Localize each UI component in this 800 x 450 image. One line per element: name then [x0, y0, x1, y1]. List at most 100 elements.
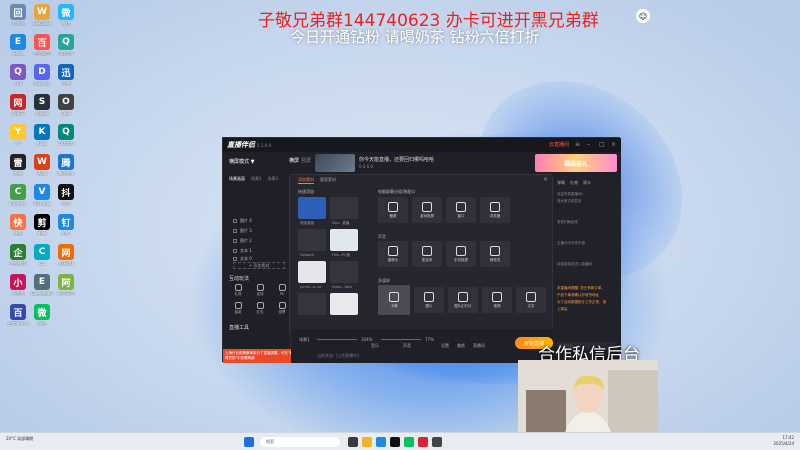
tab-scene-1[interactable]: 场景1	[251, 176, 262, 182]
stream-title[interactable]: 你今天能直播，还要回归哪吗哈哈	[359, 156, 434, 163]
desktop-shortcut[interactable]: E Edge	[6, 34, 30, 56]
tab-danmaku[interactable]: 弹幕	[557, 180, 565, 186]
desktop-shortcut[interactable]: D Discord	[30, 64, 54, 86]
desktop-shortcut[interactable]: W WeGame	[30, 4, 54, 26]
start-icon[interactable]	[244, 437, 254, 447]
desktop-shortcut[interactable]: 回回收站	[6, 4, 30, 26]
desktop-shortcut[interactable]: 剪剪映	[30, 214, 54, 236]
desktop-shortcut[interactable]: S Steam	[30, 94, 54, 116]
desktop-shortcut[interactable]: K Kook	[30, 124, 54, 146]
desktop-shortcut[interactable]: 微微信	[54, 4, 78, 26]
tab-scene-view[interactable]: 场景画面	[229, 176, 245, 182]
desktop-shortcut[interactable]: O OBS	[54, 94, 78, 116]
visibility-checkbox[interactable]	[233, 249, 237, 253]
scene-indicator[interactable]: 场景1	[299, 337, 310, 343]
desktop-shortcut[interactable]: 腾腾讯会议	[54, 154, 78, 176]
quick-pick-thumb[interactable]	[298, 229, 326, 251]
taskbar-search[interactable]: 搜索	[260, 437, 340, 447]
add-source-button[interactable]: + 添加素材	[233, 262, 285, 269]
desktop-shortcut[interactable]: 抖抖音	[54, 184, 78, 206]
tab-add-source[interactable]: 添加素材	[298, 177, 314, 184]
tool-lottery[interactable]: 抽奖	[229, 302, 247, 316]
dialog-close-icon[interactable]: ×	[543, 176, 548, 183]
desktop-shortcut[interactable]: Q QQ音乐	[54, 34, 78, 56]
source-tile-mic[interactable]: 麦克风	[412, 241, 442, 267]
visibility-checkbox[interactable]	[233, 257, 237, 261]
tab-audience[interactable]: 观众	[583, 180, 591, 186]
minimize-icon[interactable]: –	[587, 141, 593, 148]
desktop-shortcut[interactable]: C CC	[30, 244, 54, 266]
source-tile-screenshot[interactable]: 截屏	[378, 197, 408, 223]
tab-landscape[interactable]: 横屏	[289, 157, 299, 164]
beauty-button[interactable]: 美颜	[457, 343, 465, 349]
promo-banner[interactable]: 福袋送礼	[535, 154, 617, 172]
room-button[interactable]: 直播间	[473, 343, 485, 349]
desktop-shortcut[interactable]: Q QQ游戏	[54, 124, 78, 146]
quick-pick-thumb[interactable]	[298, 293, 326, 315]
tool-link[interactable]: 连线	[251, 284, 269, 298]
desktop-shortcut[interactable]: W WPS	[30, 154, 54, 176]
tiktok-icon[interactable]	[390, 437, 400, 447]
volume-slider-1[interactable]	[317, 339, 357, 340]
clock[interactable]: 17:42 2025/4/24	[773, 435, 794, 447]
quick-pick-thumb[interactable]	[330, 229, 358, 251]
orientation-mode-dropdown[interactable]: 横屏模式 ▼	[229, 158, 254, 165]
quick-pick-thumb[interactable]	[298, 261, 326, 283]
visibility-checkbox[interactable]	[233, 229, 237, 233]
desktop-shortcut[interactable]: E Everything	[30, 274, 54, 296]
source-tile-phone[interactable]: 手机投屏	[446, 241, 476, 267]
source-item[interactable]: 图片 3	[233, 228, 252, 234]
volume-slider-2[interactable]	[381, 339, 421, 340]
tool-gift[interactable]: 礼物	[229, 284, 247, 298]
obs-icon[interactable]	[432, 437, 442, 447]
desktop-shortcut[interactable]: Y YY	[6, 124, 30, 146]
maximize-icon[interactable]: □	[599, 141, 605, 148]
menu-icon[interactable]: ≡	[575, 141, 581, 148]
quick-pick-thumb[interactable]	[330, 197, 358, 219]
desktop-shortcut[interactable]: C Chrome	[6, 184, 30, 206]
quick-pick-thumb[interactable]	[330, 261, 358, 283]
source-tile-browser[interactable]: 浏览器	[480, 197, 510, 223]
quick-pick-thumb[interactable]	[330, 293, 358, 315]
source-tile-card[interactable]: 卡牌	[378, 285, 410, 315]
tab-important-source[interactable]: 重要素材	[320, 177, 336, 184]
live-app-icon[interactable]	[418, 437, 428, 447]
desktop-shortcut[interactable]: 迅迅雷	[54, 64, 78, 86]
desktop-shortcut[interactable]: 网网易云	[6, 94, 30, 116]
visibility-checkbox[interactable]	[233, 219, 237, 223]
source-item[interactable]: 图片 2	[233, 238, 252, 244]
desktop-shortcut[interactable]: 百百度网盘	[30, 34, 54, 56]
desktop-shortcut[interactable]: Q QQ	[6, 64, 30, 86]
stream-cover[interactable]	[315, 154, 355, 172]
source-item[interactable]: 图片 4	[233, 218, 252, 224]
desktop-shortcut[interactable]: 网网易UU	[54, 244, 78, 266]
desktop-shortcut[interactable]: 快快手	[6, 214, 30, 236]
weather-widget[interactable]: 20°C 局部晴朗	[6, 436, 33, 442]
source-tile-video[interactable]: 视频	[482, 287, 512, 313]
file-explorer-icon[interactable]	[362, 437, 372, 447]
cloud-room-link[interactable]: 云直播间	[549, 141, 569, 148]
source-tile-stream[interactable]: 网络流	[480, 241, 510, 267]
tab-gifts[interactable]: 礼物	[570, 180, 578, 186]
desktop-shortcut[interactable]: 雷雷神	[6, 154, 30, 176]
source-tile-image[interactable]: 图片	[414, 287, 444, 313]
notice-banner[interactable]: 上海行业前警察局执行了直播提醒，可在"管理员的"中查看明细	[223, 349, 297, 363]
source-tile-text[interactable]: 文字	[516, 287, 546, 313]
task-view-icon[interactable]	[348, 437, 358, 447]
source-item[interactable]: 文本 1	[233, 248, 252, 254]
tab-portrait[interactable]: 竖屏	[301, 157, 311, 164]
desktop-shortcut[interactable]: 小小黑盒	[6, 274, 30, 296]
settings-button[interactable]: 设置	[441, 343, 449, 349]
desktop-shortcut[interactable]: 阿阿里云盘	[54, 274, 78, 296]
source-tile-window[interactable]: 窗口	[446, 197, 476, 223]
visibility-checkbox[interactable]	[233, 239, 237, 243]
edge-icon[interactable]	[376, 437, 386, 447]
close-icon[interactable]: ×	[611, 141, 617, 148]
tab-scene-2[interactable]: 场景2	[268, 176, 279, 182]
source-tile-game[interactable]: 游戏投屏	[412, 197, 442, 223]
desktop-shortcut[interactable]: 百百度输入法	[6, 304, 30, 326]
source-tile-slideshow[interactable]: 图片幻灯片	[448, 287, 478, 313]
desktop-shortcut[interactable]: V VS Code	[30, 184, 54, 206]
wechat-icon[interactable]	[404, 437, 414, 447]
desktop-shortcut[interactable]: 微微信	[30, 304, 54, 326]
